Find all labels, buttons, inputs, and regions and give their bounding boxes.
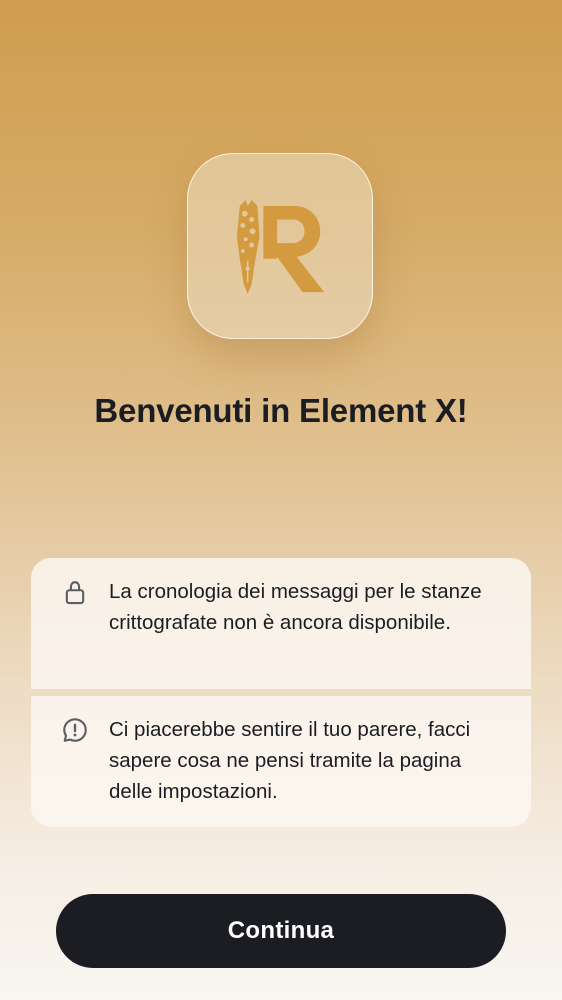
app-logo-icon [236,199,325,295]
continue-button[interactable]: Continua [56,894,506,968]
feedback-icon [63,718,87,742]
lock-icon [65,581,85,605]
info-card: La cronologia dei messaggi per le stanze… [31,558,531,827]
info-row-history: La cronologia dei messaggi per le stanze… [31,558,531,689]
welcome-title: Benvenuti in Element X! [94,392,468,429]
info-text-history: La cronologia dei messaggi per le stanze… [109,580,482,634]
app-logo-tile [187,153,373,339]
info-text-feedback: Ci piacerebbe sentire il tuo parere, fac… [109,718,471,803]
info-row-feedback: Ci piacerebbe sentire il tuo parere, fac… [31,696,531,827]
